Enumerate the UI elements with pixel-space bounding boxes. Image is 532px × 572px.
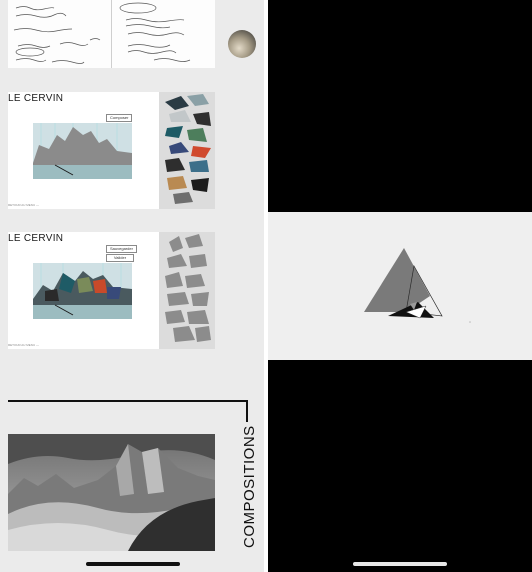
composition-card-2[interactable]: LE CERVIN Sauvegarder Valider RETOUR AU … [8, 232, 215, 349]
notes-divider [111, 0, 112, 68]
puzzle-pieces-panel [159, 92, 215, 209]
composer-button[interactable]: Composer [106, 114, 133, 122]
sketch-notes-image [8, 0, 215, 68]
back-to-menu-link[interactable]: RETOUR AU MENU — [8, 343, 39, 347]
validate-button[interactable]: Valider [106, 254, 134, 262]
composition-preview [268, 212, 532, 360]
mountain-photo[interactable] [8, 434, 215, 551]
save-button[interactable]: Sauvegarder [106, 245, 137, 253]
home-indicator[interactable] [86, 562, 180, 566]
section-divider-tick [246, 400, 248, 422]
left-screen: LE CERVIN Composer RETOUR AU MENU — LE C… [0, 0, 264, 572]
card-title: LE CERVIN [8, 233, 64, 244]
handle-dot [469, 321, 471, 323]
card-title: LE CERVIN [8, 93, 64, 104]
section-divider [8, 400, 248, 402]
composition-card-1[interactable]: LE CERVIN Composer RETOUR AU MENU — [8, 92, 215, 209]
home-indicator[interactable] [353, 562, 447, 566]
compositions-label: COMPOSITIONS [241, 425, 258, 548]
gray-pieces-panel [159, 232, 215, 349]
mountain-thumbnail [33, 123, 132, 179]
triangle-shape[interactable] [364, 248, 430, 312]
color-picker-knob[interactable] [228, 30, 256, 58]
mountain-collage-thumbnail [33, 263, 132, 319]
back-to-menu-link[interactable]: RETOUR AU MENU — [8, 203, 39, 207]
right-screen [268, 0, 532, 572]
